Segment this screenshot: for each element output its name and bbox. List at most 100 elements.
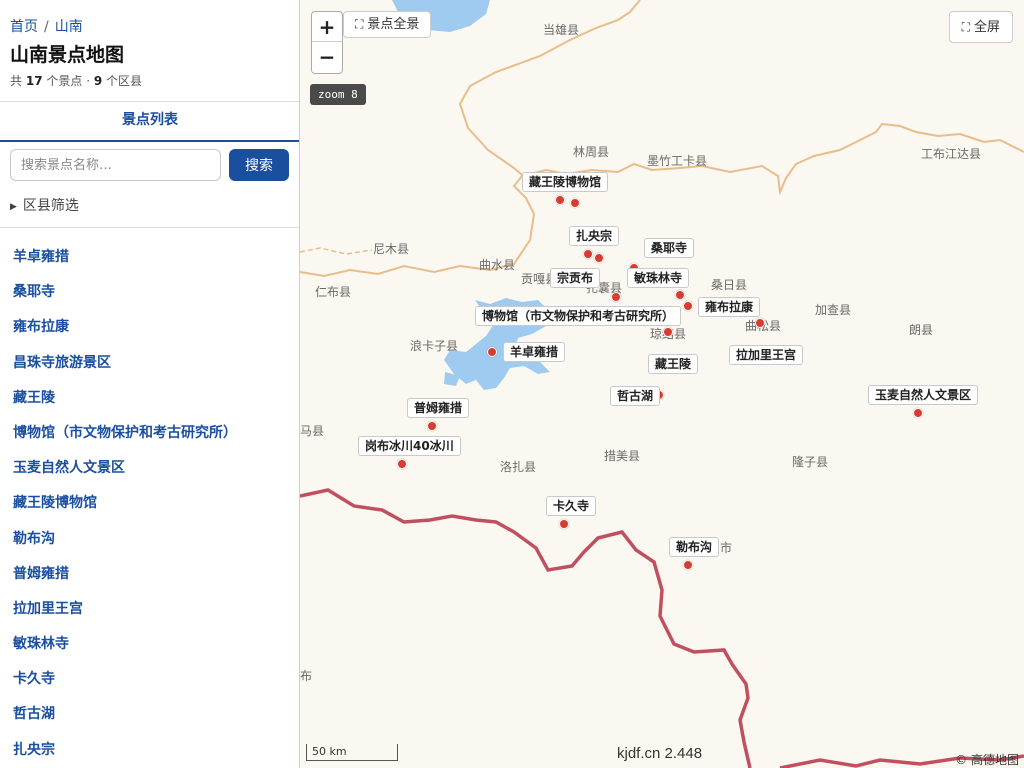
poi-marker[interactable] — [594, 253, 604, 263]
poi-list-item[interactable]: 敏珠林寺 — [0, 627, 299, 662]
summary-prefix: 共 — [10, 74, 23, 88]
tab-poi-list[interactable]: 景点列表 — [0, 102, 299, 142]
poi-label[interactable]: 羊卓雍措 — [503, 342, 566, 362]
poi-label[interactable]: 博物馆（市文物保护和考古研究所） — [475, 306, 682, 326]
place-name: 墨竹工卡县 — [647, 154, 708, 168]
poi-list-item[interactable]: 博物馆（市文物保护和考古研究所） — [0, 416, 299, 451]
sidebar: 首页 / 山南 山南景点地图 共 17 个景点 · 9 个区县 景点列表 搜索 ▶ 区… — [0, 0, 300, 768]
place-name: 尼木县 — [373, 242, 410, 256]
zoom-level-badge: zoom 8 — [310, 84, 366, 105]
poi-list-item[interactable]: 昌珠寺旅游景区 — [0, 346, 299, 381]
breadcrumb-separator: / — [44, 19, 49, 35]
poi-marker[interactable] — [913, 408, 923, 418]
poi-unit: 个景点 · — [46, 74, 91, 88]
poi-list-item[interactable]: 普姆雍措 — [0, 557, 299, 592]
poi-label[interactable]: 拉加里王宫 — [729, 345, 804, 365]
county-filter-label: 区县筛选 — [22, 198, 79, 214]
divider — [0, 227, 299, 228]
poi-list-item[interactable]: 玉麦自然人文景区 — [0, 451, 299, 486]
poi-label[interactable]: 玉麦自然人文景区 — [868, 385, 979, 405]
poi-label[interactable]: 勒布沟 — [669, 537, 720, 557]
breadcrumb-current-link[interactable]: 山南 — [55, 19, 83, 35]
summary-text: 共 17 个景点 · 9 个区县 — [10, 72, 142, 89]
expand-icon: ⛶ — [961, 20, 970, 34]
search-button[interactable]: 搜索 — [229, 149, 289, 181]
poi-marker[interactable] — [555, 195, 565, 205]
poi-marker[interactable] — [611, 292, 621, 302]
breadcrumb-home-link[interactable]: 首页 — [10, 19, 38, 35]
zoom-in-button[interactable]: + — [312, 12, 342, 42]
fullscreen-button-label: 全屏 — [973, 20, 1000, 35]
poi-list-item[interactable]: 勒布沟 — [0, 522, 299, 557]
zoom-control: + − — [311, 11, 343, 74]
poi-label[interactable]: 哲古湖 — [610, 386, 661, 406]
watermark: kjdf.cn 2.448 — [617, 745, 703, 762]
national-border — [300, 488, 752, 768]
poi-label[interactable]: 敏珠林寺 — [627, 268, 690, 288]
poi-marker[interactable] — [570, 198, 580, 208]
poi-list-item[interactable]: 藏王陵 — [0, 381, 299, 416]
poi-label[interactable]: 卡久寺 — [546, 496, 597, 516]
place-name: 工布江达县 — [921, 147, 982, 161]
poi-marker[interactable] — [675, 290, 685, 300]
poi-list: 羊卓雍措 桑耶寺 雍布拉康 昌珠寺旅游景区 藏王陵 博物馆（市文物保护和考古研究… — [0, 240, 299, 768]
boundary-line — [300, 247, 373, 255]
fullscreen-button[interactable]: ⛶ 全屏 — [948, 11, 1013, 43]
poi-marker[interactable] — [427, 421, 437, 431]
county-filter-toggle[interactable]: ▶ 区县筛选 — [10, 195, 79, 215]
scale-bar: 50 km — [306, 744, 398, 761]
poi-marker[interactable] — [683, 560, 693, 570]
county-count: 9 — [93, 74, 103, 88]
map-base-layer — [300, 0, 1024, 768]
poi-marker[interactable] — [583, 249, 593, 259]
poi-marker[interactable] — [755, 318, 765, 328]
expand-icon: ⛶ — [355, 17, 364, 31]
place-name: 仁布县 — [315, 285, 352, 299]
poi-label[interactable]: 雍布拉康 — [698, 297, 761, 317]
poi-marker[interactable] — [397, 459, 407, 469]
place-name: 洛扎县 — [500, 460, 537, 474]
breadcrumb: 首页 / 山南 — [10, 16, 83, 36]
poi-label[interactable]: 桑耶寺 — [644, 238, 695, 258]
poi-list-item[interactable]: 扎央宗 — [0, 733, 299, 768]
place-name: 桑日县 — [711, 278, 748, 292]
poi-list-item[interactable]: 羊卓雍措 — [0, 240, 299, 275]
poi-count: 17 — [25, 74, 43, 88]
overview-button-label: 景点全景 — [367, 17, 420, 32]
poi-list-item[interactable]: 雍布拉康 — [0, 310, 299, 345]
poi-marker[interactable] — [663, 327, 673, 337]
triangle-right-icon: ▶ — [10, 202, 17, 212]
search-input[interactable] — [10, 149, 221, 181]
place-name: 林周县 — [573, 145, 610, 159]
poi-marker[interactable] — [487, 347, 497, 357]
place-name: 浪卡子县 — [410, 339, 459, 353]
place-name: 隆子县 — [792, 455, 829, 469]
poi-label[interactable]: 宗贡布 — [550, 268, 601, 288]
map-attribution[interactable]: © 高德地图 — [955, 751, 1019, 768]
poi-label[interactable]: 扎央宗 — [569, 226, 620, 246]
overview-button[interactable]: ⛶ 景点全景 — [343, 11, 432, 38]
place-name: 曲水县 — [479, 258, 516, 272]
poi-marker[interactable] — [559, 519, 569, 529]
poi-label[interactable]: 岗布冰川40冰川 — [358, 436, 461, 456]
zoom-out-button[interactable]: − — [312, 42, 342, 72]
place-name: 加查县 — [815, 303, 852, 317]
poi-list-item[interactable]: 卡久寺 — [0, 662, 299, 697]
place-name: 市 — [720, 541, 733, 555]
poi-label[interactable]: 藏王陵博物馆 — [522, 172, 609, 192]
poi-list-item[interactable]: 桑耶寺 — [0, 275, 299, 310]
place-name: 当雄县 — [543, 23, 580, 37]
poi-marker[interactable] — [683, 301, 693, 311]
poi-list-item[interactable]: 拉加里王宫 — [0, 592, 299, 627]
page-title: 山南景点地图 — [10, 44, 125, 66]
poi-list-item[interactable]: 哲古湖 — [0, 697, 299, 732]
poi-label[interactable]: 普姆雍措 — [407, 398, 470, 418]
poi-list-item[interactable]: 藏王陵博物馆 — [0, 486, 299, 521]
place-name: 布 — [300, 669, 313, 683]
place-name: 朗县 — [909, 323, 934, 337]
place-name: 马县 — [300, 424, 325, 438]
county-unit: 个区县 — [106, 74, 143, 88]
map-canvas[interactable]: 当雄县 林周县 墨竹工卡县 工布江达县 尼木县 曲水县 贡嘎县 扎囊县 桑日县 … — [300, 0, 1024, 768]
poi-label[interactable]: 藏王陵 — [648, 354, 699, 374]
place-name: 措美县 — [604, 449, 641, 463]
